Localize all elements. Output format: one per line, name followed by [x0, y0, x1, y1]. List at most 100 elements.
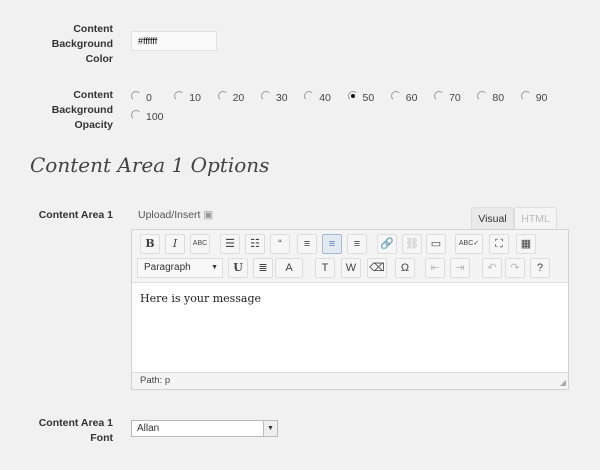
editor-text: Here is your message — [140, 292, 262, 305]
label-line: Content — [73, 23, 113, 35]
text-color-button[interactable]: A — [275, 258, 303, 278]
label-line: Background — [51, 104, 113, 116]
tab-html[interactable]: HTML — [514, 207, 557, 230]
opacity-radio-30[interactable]: 30 — [260, 91, 288, 104]
underline-icon: U — [233, 261, 243, 274]
strikethrough-button[interactable]: ABC — [190, 234, 210, 254]
opacity-radio-60[interactable]: 60 — [390, 91, 418, 104]
radio-label: 80 — [492, 92, 505, 104]
chevron-down-icon: ▼ — [211, 264, 218, 271]
help-button[interactable]: ? — [530, 258, 550, 278]
align-right-icon: ≡ — [353, 238, 361, 250]
bg-color-label: Content Background Color — [3, 22, 113, 67]
radio-circle-icon — [477, 91, 488, 101]
font-select[interactable]: Allan ▼ — [131, 420, 278, 437]
justify-button[interactable]: ≣ — [253, 258, 273, 278]
unlink-button[interactable]: ⛓ — [402, 234, 422, 254]
opacity-radio-90[interactable]: 90 — [520, 91, 548, 104]
special-char-button[interactable]: Ω — [395, 258, 415, 278]
text-color-icon: A — [285, 262, 293, 274]
redo-icon: ↷ — [510, 262, 520, 274]
bold-icon: B — [145, 237, 155, 250]
status-path: Path: p — [140, 375, 171, 386]
label-line: Background — [51, 38, 113, 50]
label-line: Color — [85, 53, 113, 65]
more-button[interactable]: ▭ — [426, 234, 446, 254]
bullet-list-button[interactable]: ☰ — [220, 234, 240, 254]
editor-content[interactable]: Here is your message — [132, 282, 568, 373]
radio-circle-icon — [174, 91, 185, 101]
opacity-radio-80[interactable]: 80 — [477, 91, 505, 104]
radio-label: 40 — [319, 92, 331, 104]
unlink-icon: ⛓ — [405, 238, 419, 250]
align-left-button[interactable]: ≡ — [297, 234, 317, 254]
radio-circle-icon — [217, 91, 228, 101]
radio-circle-icon — [390, 91, 401, 101]
numbered-list-icon: ☷ — [250, 238, 260, 250]
radio-circle-icon — [260, 91, 271, 101]
fullscreen-icon: ⛶ — [495, 238, 503, 250]
remove-format-button[interactable]: ⌫ — [367, 258, 387, 278]
spellcheck-icon: ABC✓ — [458, 240, 480, 247]
media-icon: ▣ — [203, 209, 214, 221]
italic-button[interactable]: I — [165, 234, 185, 254]
label-line: Opacity — [74, 119, 113, 131]
paste-text-icon: T — [321, 262, 329, 274]
undo-icon: ↶ — [487, 262, 497, 274]
blockquote-button[interactable]: “ — [270, 234, 290, 254]
paste-word-icon: W — [345, 262, 357, 274]
spellcheck-button[interactable]: ABC✓ — [455, 234, 483, 254]
bold-button[interactable]: B — [140, 234, 160, 254]
radio-circle-icon — [131, 110, 141, 120]
opacity-radio-70[interactable]: 70 — [434, 91, 461, 104]
upload-insert-link[interactable]: Upload/Insert ▣ — [138, 209, 213, 221]
radio-label: 60 — [405, 92, 418, 104]
format-select[interactable]: Paragraph ▼ — [137, 258, 223, 278]
radio-label: 20 — [232, 92, 245, 104]
undo-button[interactable]: ↶ — [482, 258, 502, 278]
opacity-radio-100[interactable]: 100 — [131, 110, 164, 123]
radio-label: 0 — [146, 92, 152, 104]
kitchen-sink-button[interactable]: ▦ — [516, 234, 536, 254]
label-line: Content — [73, 89, 113, 101]
opacity-radio-50[interactable]: 50 — [347, 91, 375, 104]
blockquote-icon: “ — [278, 238, 282, 250]
rich-text-editor: B I ABC ☰ ☷ “ ≡ ≡ ≡ 🔗 ⛓ ▭ ABC✓ ⛶ ▦ U ≣ A T W ⌫ Ω ⇤ ⇥ ↶ ↷? Paragra… — [131, 229, 569, 390]
bullet-list-icon: ☰ — [225, 238, 235, 250]
radio-circle-icon — [347, 91, 358, 101]
align-right-button[interactable]: ≡ — [347, 234, 367, 254]
fullscreen-button[interactable]: ⛶ — [489, 234, 509, 254]
more-icon: ▭ — [430, 238, 442, 250]
outdent-button[interactable]: ⇤ — [425, 258, 445, 278]
radio-circle-icon — [131, 91, 141, 101]
label-line: Content Area 1 — [38, 417, 113, 429]
remove-format-icon: ⌫ — [369, 262, 385, 274]
indent-button[interactable]: ⇥ — [450, 258, 470, 278]
resize-handle-icon[interactable]: ◢ — [560, 378, 566, 387]
opacity-radio-0[interactable]: 0 — [131, 91, 152, 104]
radio-label: 10 — [189, 92, 201, 104]
radio-label: 90 — [535, 92, 548, 104]
format-value: Paragraph — [144, 262, 191, 273]
opacity-radio-40[interactable]: 40 — [304, 91, 331, 104]
italic-icon: I — [172, 237, 178, 250]
align-center-button[interactable]: ≡ — [322, 234, 342, 254]
font-value: Allan — [137, 423, 160, 434]
bg-color-input[interactable] — [131, 31, 217, 51]
underline-button[interactable]: U — [228, 258, 248, 278]
radio-label: 100 — [146, 111, 164, 123]
paste-text-button[interactable]: T — [315, 258, 335, 278]
opacity-radio-20[interactable]: 20 — [217, 91, 245, 104]
align-center-icon: ≡ — [328, 238, 336, 250]
radio-label: 50 — [362, 92, 375, 104]
opacity-radio-10[interactable]: 10 — [174, 91, 201, 104]
align-left-icon: ≡ — [303, 238, 311, 250]
redo-button[interactable]: ↷ — [505, 258, 525, 278]
paste-word-button[interactable]: W — [341, 258, 361, 278]
tab-visual[interactable]: Visual — [471, 207, 514, 230]
link-button[interactable]: 🔗 — [377, 234, 397, 254]
special-char-icon: Ω — [400, 262, 410, 274]
section-title: Content Area 1 Options — [30, 153, 270, 177]
link-icon: 🔗 — [380, 238, 394, 250]
numbered-list-button[interactable]: ☷ — [245, 234, 265, 254]
